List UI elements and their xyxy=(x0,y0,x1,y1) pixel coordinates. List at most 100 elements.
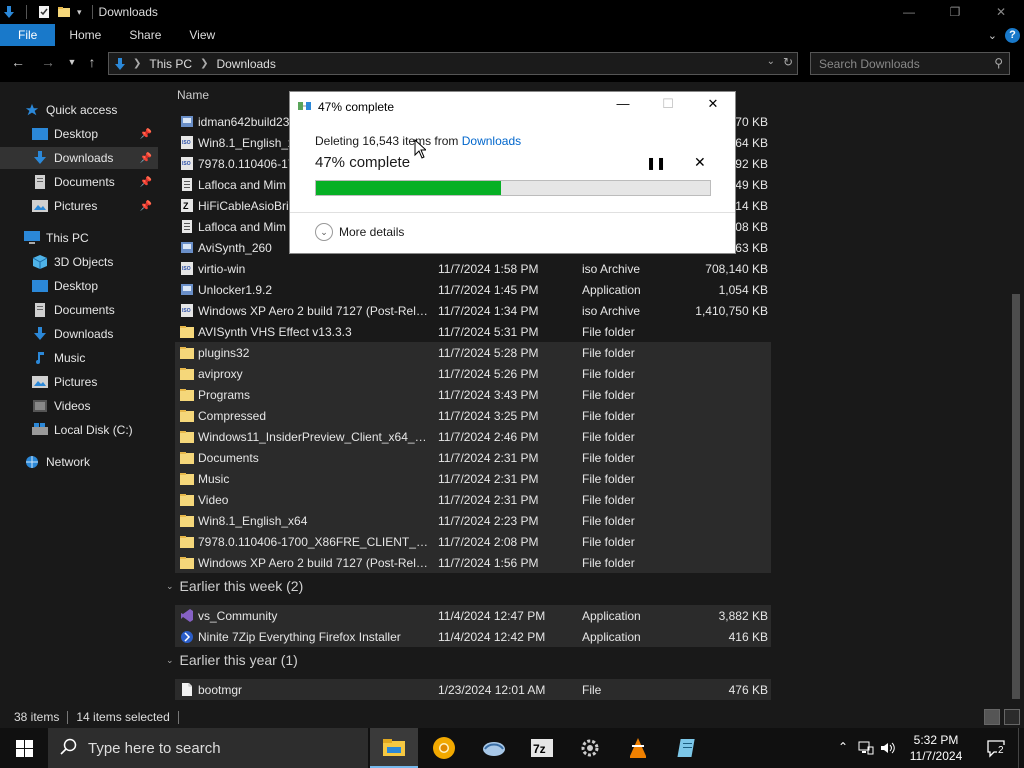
sidebar-item-local-disk[interactable]: Local Disk (C:) xyxy=(0,419,158,441)
sidebar-item-label: 3D Objects xyxy=(54,255,114,269)
search-input[interactable]: Search Downloads ⚲ xyxy=(810,52,1010,75)
taskbar-settings[interactable] xyxy=(566,728,614,768)
tab-share[interactable]: Share xyxy=(115,24,175,46)
show-hidden-icons-chevron[interactable]: ⌃ xyxy=(838,740,848,754)
tab-file[interactable]: File xyxy=(0,24,56,46)
breadcrumb-downloads[interactable]: Downloads xyxy=(216,57,275,71)
address-history-chevron-icon[interactable]: ⌄ xyxy=(767,56,775,67)
sidebar-item-downloads-pinned[interactable]: Downloads 📌 xyxy=(0,147,158,169)
disk-icon xyxy=(32,423,48,435)
group-header[interactable]: ⌄ Earlier this week (2) xyxy=(166,578,303,594)
file-row[interactable]: Win8.1_English_x64 11/7/2024 2:23 PM File … xyxy=(175,510,771,531)
file-row[interactable]: ISO virtio-win 11/7/2024 1:58 PM iso Archiv… xyxy=(175,258,771,279)
more-details-button[interactable]: ⌄ More details xyxy=(315,223,404,241)
folder-icon xyxy=(180,492,194,507)
taskbar-virtualbox[interactable] xyxy=(470,728,518,768)
sidebar-item-documents[interactable]: Documents xyxy=(0,299,158,321)
taskbar-search-input[interactable]: Type here to search xyxy=(48,728,368,768)
cancel-operation-button[interactable]: ✕ xyxy=(694,154,706,171)
customize-dropdown-icon[interactable]: ▾ xyxy=(77,7,82,18)
sidebar-item-pictures[interactable]: Pictures xyxy=(0,371,158,393)
file-type: File folder xyxy=(582,345,635,360)
help-icon[interactable]: ? xyxy=(1005,27,1020,43)
sidebar-item-desktop[interactable]: Desktop xyxy=(0,275,158,297)
file-row[interactable]: Compressed 11/7/2024 3:25 PM File folder xyxy=(175,405,771,426)
taskbar-chrome-canary[interactable] xyxy=(420,728,468,768)
file-row[interactable]: Documents 11/7/2024 2:31 PM File folder xyxy=(175,447,771,468)
breadcrumb-separator[interactable]: ❯ xyxy=(200,58,208,69)
source-folder-link[interactable]: Downloads xyxy=(462,134,521,148)
sidebar-item-network[interactable]: Network xyxy=(0,451,158,473)
details-view-button[interactable] xyxy=(984,709,1000,725)
dialog-close-button[interactable]: ✕ xyxy=(698,96,728,116)
file-row[interactable]: Video 11/7/2024 2:31 PM File folder xyxy=(175,489,771,510)
file-row[interactable]: Unlocker1.9.2 11/7/2024 1:45 PM Applicatio… xyxy=(175,279,771,300)
scrollbar-thumb[interactable] xyxy=(1012,294,1020,699)
file-row[interactable]: bootmgr 1/23/2024 12:01 AM File 476 KB xyxy=(175,679,771,700)
dialog-maximize-button[interactable]: ☐ xyxy=(653,96,683,116)
file-row[interactable]: plugins32 11/7/2024 5:28 PM File folder xyxy=(175,342,771,363)
file-row[interactable]: Music 11/7/2024 2:31 PM File folder xyxy=(175,468,771,489)
file-row[interactable]: Windows XP Aero 2 build 7127 (Post-Rele.… xyxy=(175,552,771,573)
file-row[interactable]: ISO Windows XP Aero 2 build 7127 (Post-Re… xyxy=(175,300,771,321)
dialog-title-bar[interactable]: 47% complete — ☐ ✕ xyxy=(290,92,735,120)
sidebar-item-documents-pinned[interactable]: Documents 📌 xyxy=(0,171,158,193)
file-row[interactable]: Windows11_InsiderPreview_Client_x64_e...… xyxy=(175,426,771,447)
minimize-button[interactable]: — xyxy=(886,0,932,24)
tab-home[interactable]: Home xyxy=(55,24,115,46)
file-row[interactable]: AVISynth VHS Effect v13.3.3 11/7/2024 5:3… xyxy=(175,321,771,342)
sidebar-item-3d-objects[interactable]: 3D Objects xyxy=(0,251,158,273)
pause-button[interactable]: ❚❚ xyxy=(646,156,666,170)
svg-text:ISO: ISO xyxy=(182,161,191,167)
file-row[interactable]: Ninite 7Zip Everything Firefox Installer… xyxy=(175,626,771,647)
up-arrow-icon[interactable]: ↑ xyxy=(82,54,102,70)
address-bar[interactable]: ❯ This PC ❯ Downloads ⌄ ↻ xyxy=(108,52,798,75)
folder-icon xyxy=(180,366,194,381)
restore-button[interactable]: ❐ xyxy=(932,0,978,24)
group-collapse-chevron-icon[interactable]: ⌄ xyxy=(166,655,174,666)
group-collapse-chevron-icon[interactable]: ⌄ xyxy=(166,581,174,592)
volume-icon[interactable] xyxy=(880,741,896,755)
file-row[interactable]: vs_Community 11/4/2024 12:47 PM Applicatio… xyxy=(175,605,771,626)
show-desktop-button[interactable] xyxy=(1018,728,1024,768)
action-center-button[interactable]: 2 xyxy=(986,738,1006,758)
sidebar-item-videos[interactable]: Videos xyxy=(0,395,158,417)
column-header-name[interactable]: Name xyxy=(177,88,209,102)
group-header[interactable]: ⌄ Earlier this year (1) xyxy=(166,652,298,668)
tab-view[interactable]: View xyxy=(175,24,229,46)
sidebar-item-pictures-pinned[interactable]: Pictures 📌 xyxy=(0,195,158,217)
taskbar-7zip[interactable]: 7z xyxy=(518,728,566,768)
sidebar-item-downloads[interactable]: Downloads xyxy=(0,323,158,345)
new-folder-icon[interactable] xyxy=(57,5,71,19)
recent-locations-chevron-icon[interactable]: ▼ xyxy=(62,57,82,67)
vertical-scrollbar[interactable] xyxy=(1008,82,1024,706)
back-arrow-icon[interactable]: ← xyxy=(8,54,28,70)
close-button[interactable]: ✕ xyxy=(978,0,1024,24)
sidebar-item-label: Local Disk (C:) xyxy=(54,423,133,437)
file-size: 708,140 KB xyxy=(705,261,768,276)
sidebar-item-this-pc[interactable]: This PC xyxy=(0,227,158,249)
dialog-minimize-button[interactable]: — xyxy=(608,96,638,116)
sidebar-item-quick-access[interactable]: Quick access xyxy=(0,99,158,121)
taskbar-clock[interactable]: 5:32 PM 11/7/2024 xyxy=(906,732,966,764)
taskbar-notepad[interactable] xyxy=(664,728,712,768)
sidebar-item-music[interactable]: Music xyxy=(0,347,158,369)
delete-progress-dialog: 47% complete — ☐ ✕ Deleting 16,543 items… xyxy=(289,91,736,254)
file-row[interactable]: Programs 11/7/2024 3:43 PM File folder xyxy=(175,384,771,405)
taskbar-file-explorer[interactable] xyxy=(370,728,418,768)
refresh-icon[interactable]: ↻ xyxy=(783,55,793,69)
sidebar-item-desktop-pinned[interactable]: Desktop 📌 xyxy=(0,123,158,145)
network-status-icon[interactable] xyxy=(858,741,874,755)
breadcrumb-separator[interactable]: ❯ xyxy=(133,58,141,69)
file-row[interactable]: aviproxy 11/7/2024 5:26 PM File folder xyxy=(175,363,771,384)
breadcrumb-this-pc[interactable]: This PC xyxy=(149,57,192,71)
sidebar-item-label: Desktop xyxy=(54,279,99,293)
taskbar-vlc[interactable] xyxy=(614,728,662,768)
expand-ribbon-icon[interactable]: ⌄ xyxy=(988,29,997,42)
file-row[interactable]: 7978.0.110406-1700_X86FRE_CLIENT_EN-... 1… xyxy=(175,531,771,552)
large-icons-view-button[interactable] xyxy=(1004,709,1020,725)
down-arrow-icon[interactable] xyxy=(2,5,16,19)
start-button[interactable] xyxy=(0,728,48,768)
properties-icon[interactable] xyxy=(37,5,51,19)
forward-arrow-icon[interactable]: → xyxy=(38,54,58,70)
